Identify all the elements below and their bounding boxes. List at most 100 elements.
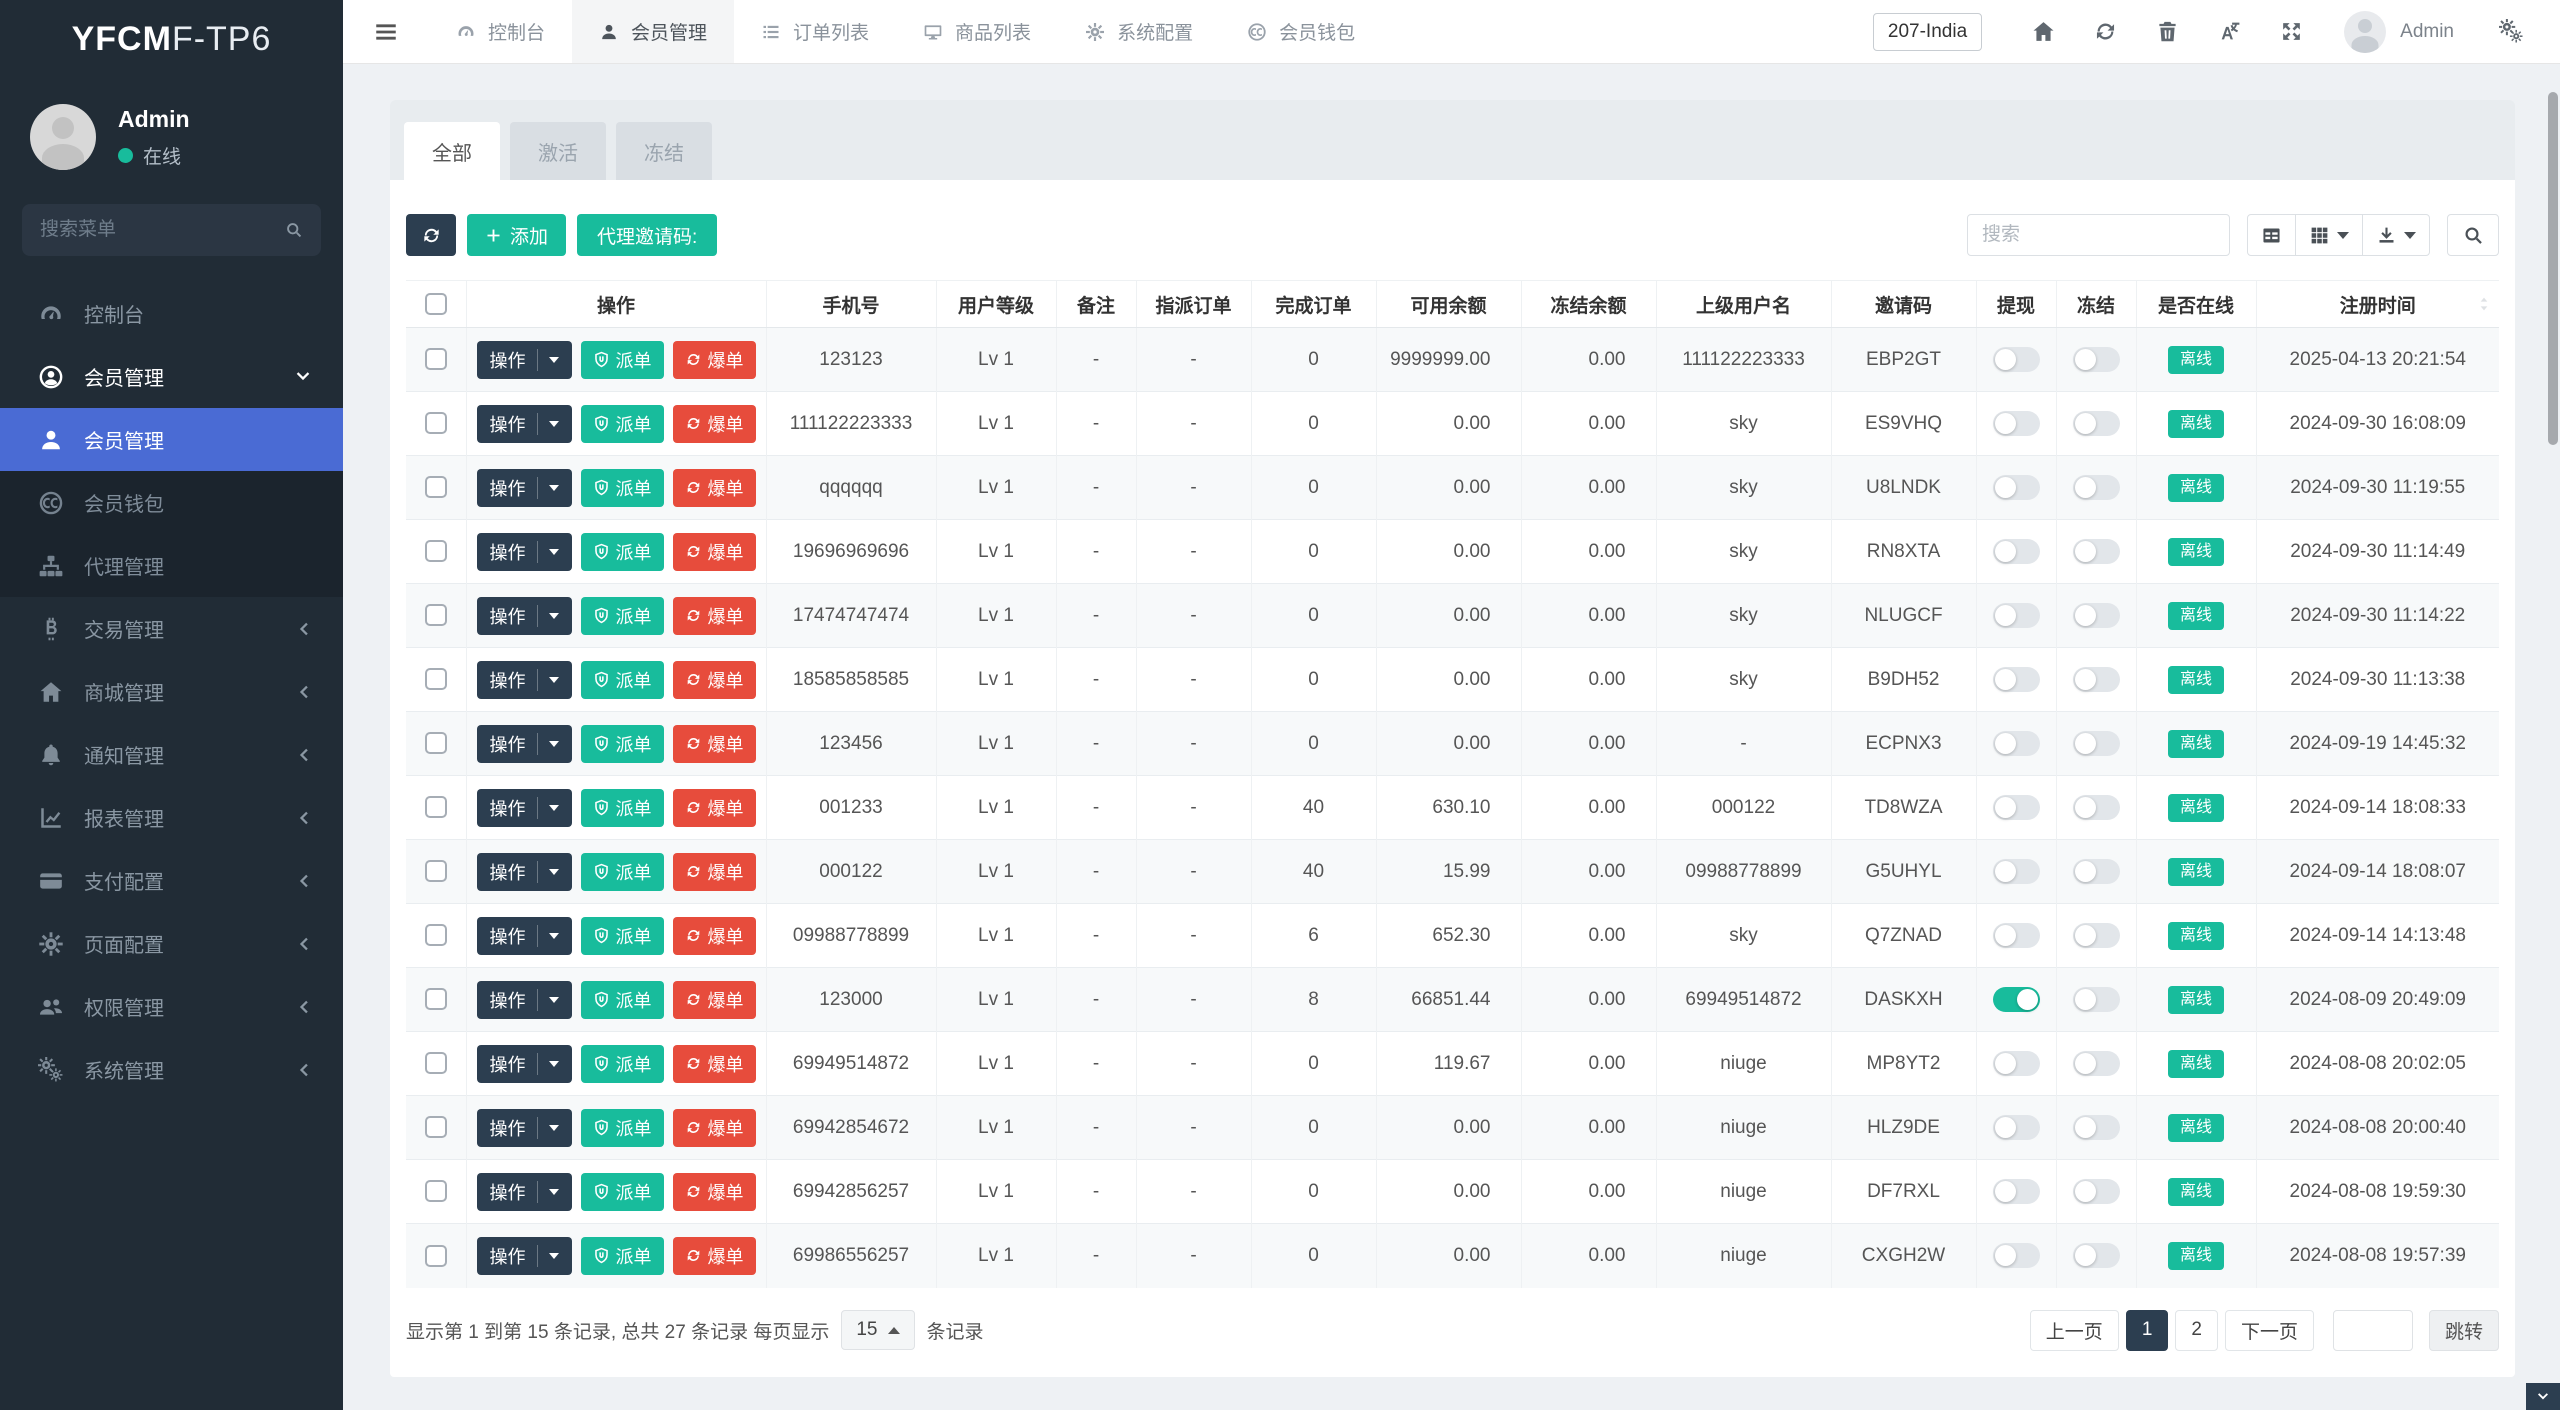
nav-tab-console[interactable]: 控制台 [429, 0, 572, 63]
row-burst-button[interactable]: 爆单 [673, 1045, 756, 1083]
sort-icon[interactable] [2475, 293, 2493, 315]
row-burst-button[interactable]: 爆单 [673, 1173, 756, 1211]
withdraw-toggle[interactable] [1993, 923, 2040, 948]
row-burst-button[interactable]: 爆单 [673, 1237, 756, 1275]
sidebar-item-report-manage[interactable]: 报表管理 [0, 786, 343, 849]
withdraw-toggle[interactable] [1993, 347, 2040, 372]
row-burst-button[interactable]: 爆单 [673, 597, 756, 635]
row-dispatch-button[interactable]: 派单 [581, 469, 664, 507]
home-button[interactable] [2012, 19, 2074, 44]
freeze-toggle[interactable] [2073, 987, 2120, 1012]
row-action-dropdown[interactable]: 操作 [477, 597, 572, 635]
refresh-table-button[interactable] [406, 214, 456, 256]
freeze-toggle[interactable] [2073, 1243, 2120, 1268]
sidebar-item-agent-manage[interactable]: 代理管理 [0, 534, 343, 597]
withdraw-toggle[interactable] [1993, 987, 2040, 1012]
freeze-toggle[interactable] [2073, 859, 2120, 884]
filter-tab-2[interactable]: 冻结 [616, 122, 712, 180]
vertical-scrollbar[interactable] [2548, 92, 2558, 445]
columns-button[interactable] [2295, 214, 2363, 256]
row-checkbox[interactable] [425, 1116, 447, 1138]
settings-button[interactable] [2480, 19, 2542, 44]
sidebar-item-payment-config[interactable]: 支付配置 [0, 849, 343, 912]
page-button-1[interactable]: 1 [2126, 1310, 2169, 1351]
sidebar-item-console[interactable]: 控制台 [0, 282, 343, 345]
sidebar-item-notice-manage[interactable]: 通知管理 [0, 723, 343, 786]
row-action-dropdown[interactable]: 操作 [477, 405, 572, 443]
clear-cache-button[interactable] [2136, 19, 2198, 44]
row-action-dropdown[interactable]: 操作 [477, 917, 572, 955]
freeze-toggle[interactable] [2073, 603, 2120, 628]
freeze-toggle[interactable] [2073, 1115, 2120, 1140]
sidebar-item-trade-manage[interactable]: 交易管理 [0, 597, 343, 660]
export-button[interactable] [2362, 214, 2430, 256]
freeze-toggle[interactable] [2073, 539, 2120, 564]
sidebar-item-member-wallet[interactable]: 会员钱包 [0, 471, 343, 534]
row-dispatch-button[interactable]: 派单 [581, 725, 664, 763]
row-checkbox[interactable] [425, 924, 447, 946]
withdraw-toggle[interactable] [1993, 411, 2040, 436]
freeze-toggle[interactable] [2073, 923, 2120, 948]
row-dispatch-button[interactable]: 派单 [581, 789, 664, 827]
row-action-dropdown[interactable]: 操作 [477, 981, 572, 1019]
freeze-toggle[interactable] [2073, 1051, 2120, 1076]
row-action-dropdown[interactable]: 操作 [477, 341, 572, 379]
detail-view-button[interactable] [2247, 214, 2296, 256]
next-page-button[interactable]: 下一页 [2225, 1310, 2314, 1351]
withdraw-toggle[interactable] [1993, 539, 2040, 564]
sidebar-item-member-manage[interactable]: 会员管理 [0, 345, 343, 408]
row-checkbox[interactable] [425, 668, 447, 690]
row-action-dropdown[interactable]: 操作 [477, 661, 572, 699]
row-burst-button[interactable]: 爆单 [673, 405, 756, 443]
row-checkbox[interactable] [425, 1052, 447, 1074]
freeze-toggle[interactable] [2073, 667, 2120, 692]
row-action-dropdown[interactable]: 操作 [477, 1237, 572, 1275]
refresh-button[interactable] [2074, 19, 2136, 44]
row-burst-button[interactable]: 爆单 [673, 789, 756, 827]
row-checkbox[interactable] [425, 796, 447, 818]
row-burst-button[interactable]: 爆单 [673, 341, 756, 379]
row-checkbox[interactable] [425, 988, 447, 1010]
nav-tab-order-list[interactable]: 订单列表 [734, 0, 896, 63]
row-action-dropdown[interactable]: 操作 [477, 725, 572, 763]
sidebar-toggle-button[interactable] [343, 0, 429, 63]
row-burst-button[interactable]: 爆单 [673, 917, 756, 955]
region-selector[interactable]: 207-India [1873, 13, 1982, 51]
withdraw-toggle[interactable] [1993, 667, 2040, 692]
fullscreen-button[interactable] [2260, 19, 2322, 44]
withdraw-toggle[interactable] [1993, 795, 2040, 820]
row-checkbox[interactable] [425, 476, 447, 498]
freeze-toggle[interactable] [2073, 475, 2120, 500]
withdraw-toggle[interactable] [1993, 475, 2040, 500]
row-dispatch-button[interactable]: 派单 [581, 405, 664, 443]
row-dispatch-button[interactable]: 派单 [581, 853, 664, 891]
user-menu[interactable]: Admin [2344, 11, 2454, 53]
prev-page-button[interactable]: 上一页 [2030, 1310, 2119, 1351]
row-dispatch-button[interactable]: 派单 [581, 1173, 664, 1211]
withdraw-toggle[interactable] [1993, 1243, 2040, 1268]
sidebar-item-member-list[interactable]: 会员管理 [0, 408, 343, 471]
row-checkbox[interactable] [425, 412, 447, 434]
withdraw-toggle[interactable] [1993, 1179, 2040, 1204]
table-search-input[interactable] [1967, 214, 2230, 256]
nav-tab-goods-list[interactable]: 商品列表 [896, 0, 1058, 63]
row-burst-button[interactable]: 爆单 [673, 661, 756, 699]
sidebar-item-page-config[interactable]: 页面配置 [0, 912, 343, 975]
freeze-toggle[interactable] [2073, 795, 2120, 820]
row-dispatch-button[interactable]: 派单 [581, 661, 664, 699]
row-burst-button[interactable]: 爆单 [673, 469, 756, 507]
row-dispatch-button[interactable]: 派单 [581, 981, 664, 1019]
row-checkbox[interactable] [425, 348, 447, 370]
sidebar-item-system-manage[interactable]: 系统管理 [0, 1038, 343, 1101]
sidebar-item-mall-manage[interactable]: 商城管理 [0, 660, 343, 723]
nav-tab-member-wallet[interactable]: 会员钱包 [1220, 0, 1382, 63]
row-dispatch-button[interactable]: 派单 [581, 1109, 664, 1147]
page-button-2[interactable]: 2 [2175, 1310, 2218, 1351]
withdraw-toggle[interactable] [1993, 859, 2040, 884]
row-checkbox[interactable] [425, 860, 447, 882]
row-action-dropdown[interactable]: 操作 [477, 1045, 572, 1083]
menu-search-input[interactable] [40, 219, 285, 241]
row-burst-button[interactable]: 爆单 [673, 981, 756, 1019]
row-action-dropdown[interactable]: 操作 [477, 533, 572, 571]
page-jump-button[interactable]: 跳转 [2429, 1310, 2499, 1351]
